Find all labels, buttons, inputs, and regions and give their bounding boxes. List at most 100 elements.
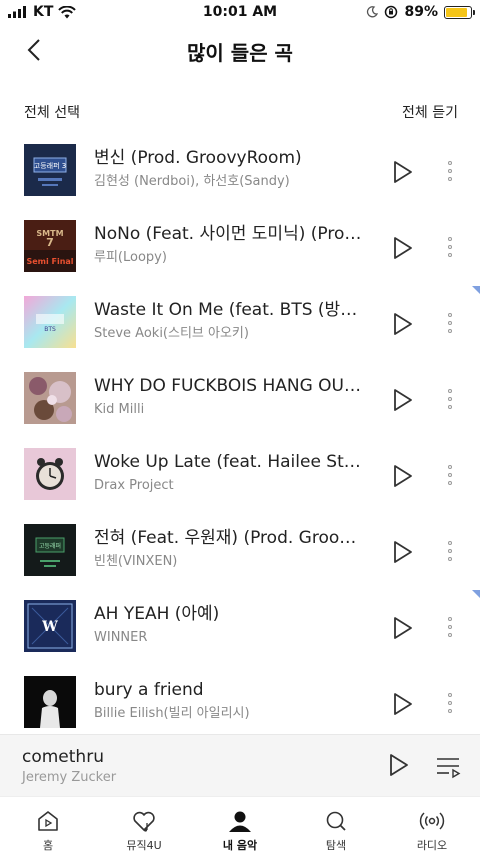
track-row[interactable]: bury a friend Billie Eilish(빌리 아일리시) bbox=[0, 666, 480, 734]
tab-label: 홈 bbox=[42, 839, 54, 852]
track-row[interactable]: Woke Up Late (feat. Hailee Stein… Drax P… bbox=[0, 438, 480, 514]
track-info: WHY DO FUCKBOIS HANG OU… Kid Milli bbox=[94, 374, 366, 419]
track-row[interactable]: 고등래퍼 전혀 (Feat. 우원재) (Prod. Groov… 빈첸(VIN… bbox=[0, 514, 480, 590]
track-info: AH YEAH (아예) WINNER bbox=[94, 602, 366, 647]
track-row[interactable]: WHY DO FUCKBOIS HANG OU… Kid Milli bbox=[0, 362, 480, 438]
now-playing-artist: Jeremy Zucker bbox=[22, 770, 117, 785]
more-options-button[interactable] bbox=[440, 232, 460, 262]
moon-icon bbox=[367, 6, 379, 18]
tab-label: 라디오 bbox=[416, 839, 448, 852]
album-art-label: Semi Final bbox=[26, 257, 73, 266]
track-info: 전혀 (Feat. 우원재) (Prod. Groov… 빈첸(VINXEN) bbox=[94, 526, 366, 571]
track-info: Woke Up Late (feat. Hailee Stein… Drax P… bbox=[94, 450, 366, 495]
new-badge bbox=[472, 590, 480, 598]
tab-radio[interactable]: 라디오 bbox=[384, 797, 480, 853]
track-row[interactable]: BTS Waste It On Me (feat. BTS (방탄… Steve… bbox=[0, 286, 480, 362]
track-artist: Kid Milli bbox=[94, 402, 145, 417]
play-button[interactable] bbox=[388, 538, 416, 566]
play-button[interactable] bbox=[388, 462, 416, 490]
play-icon bbox=[394, 465, 412, 487]
select-all-button[interactable]: 전체 선택 bbox=[24, 102, 80, 122]
track-artist: 김현성 (Nerdboi), 하선호(Sandy) bbox=[94, 174, 290, 189]
person-icon bbox=[229, 811, 251, 832]
play-icon bbox=[394, 313, 412, 335]
battery-percent: 89% bbox=[404, 4, 438, 20]
radio-icon bbox=[419, 812, 445, 830]
play-button[interactable] bbox=[388, 614, 416, 642]
play-icon bbox=[390, 754, 408, 776]
track-artist: Drax Project bbox=[94, 478, 174, 493]
track-row[interactable]: W AH YEAH (아예) WINNER bbox=[0, 590, 480, 666]
album-art-label: 고등래퍼 3 bbox=[34, 161, 66, 170]
track-title: WHY DO FUCKBOIS HANG OU… bbox=[94, 376, 361, 396]
play-icon bbox=[394, 617, 412, 639]
album-art bbox=[24, 372, 76, 424]
chevron-left-icon bbox=[27, 39, 40, 61]
track-title: NoNo (Feat. 사이먼 도미닉) (Prod… bbox=[94, 224, 366, 244]
track-artist: WINNER bbox=[94, 630, 148, 645]
tab-home[interactable]: 홈 bbox=[0, 797, 96, 853]
more-options-button[interactable] bbox=[440, 612, 460, 642]
track-info: bury a friend Billie Eilish(빌리 아일리시) bbox=[94, 678, 366, 723]
track-title: 변신 (Prod. GroovyRoom) bbox=[94, 148, 302, 168]
album-art bbox=[24, 676, 76, 728]
track-row[interactable]: SMTM 7 Semi Final NoNo (Feat. 사이먼 도미닉) (… bbox=[0, 210, 480, 286]
track-info: NoNo (Feat. 사이먼 도미닉) (Prod… 루피(Loopy) bbox=[94, 222, 366, 267]
album-art: 고등래퍼 bbox=[24, 524, 76, 576]
play-icon bbox=[394, 237, 412, 259]
mini-play-button[interactable] bbox=[384, 751, 412, 779]
play-button[interactable] bbox=[388, 386, 416, 414]
search-icon bbox=[326, 811, 346, 831]
tab-label: 내 음악 bbox=[222, 839, 258, 852]
track-list: 고등래퍼 3 변신 (Prod. GroovyRoom) 김현성 (Nerdbo… bbox=[0, 134, 480, 734]
track-title: AH YEAH (아예) bbox=[94, 604, 220, 624]
tab-label: 뮤직4U bbox=[126, 839, 162, 852]
more-options-button[interactable] bbox=[440, 688, 460, 718]
svg-text:BTS: BTS bbox=[44, 326, 56, 333]
play-button[interactable] bbox=[388, 158, 416, 186]
album-art bbox=[24, 448, 76, 500]
track-artist: 루피(Loopy) bbox=[94, 250, 167, 265]
new-badge bbox=[472, 286, 480, 294]
more-options-button[interactable] bbox=[440, 384, 460, 414]
track-info: 변신 (Prod. GroovyRoom) 김현성 (Nerdboi), 하선호… bbox=[94, 146, 366, 191]
header: 많이 들은 곡 bbox=[0, 26, 480, 74]
tab-label: 탐색 bbox=[325, 839, 347, 852]
play-button[interactable] bbox=[388, 310, 416, 338]
mini-player[interactable]: comethru Jeremy Zucker bbox=[0, 734, 480, 796]
track-title: 전혀 (Feat. 우원재) (Prod. Groov… bbox=[94, 528, 366, 548]
list-controls: 전체 선택 전체 듣기 bbox=[0, 100, 480, 124]
album-art-label: 고등래퍼 bbox=[39, 542, 61, 550]
status-right: 89% bbox=[366, 4, 475, 20]
tab-bar: 홈 뮤직4U 내 음악 탐색 라디오 bbox=[0, 796, 480, 853]
play-button[interactable] bbox=[388, 234, 416, 262]
orientation-lock-icon bbox=[385, 5, 398, 19]
page-title: 많이 들은 곡 bbox=[187, 41, 293, 65]
tab-my-music[interactable]: 내 음악 bbox=[192, 797, 288, 853]
play-icon bbox=[394, 541, 412, 563]
play-icon bbox=[394, 161, 412, 183]
track-row[interactable]: 고등래퍼 3 변신 (Prod. GroovyRoom) 김현성 (Nerdbo… bbox=[0, 134, 480, 210]
track-title: Waste It On Me (feat. BTS (방탄… bbox=[94, 300, 366, 320]
back-button[interactable] bbox=[18, 34, 50, 66]
more-options-button[interactable] bbox=[440, 308, 460, 338]
play-icon bbox=[394, 389, 412, 411]
album-art: W bbox=[24, 600, 76, 652]
album-art: 고등래퍼 3 bbox=[24, 144, 76, 196]
play-button[interactable] bbox=[388, 690, 416, 718]
home-icon bbox=[38, 811, 58, 831]
more-options-button[interactable] bbox=[440, 460, 460, 490]
track-info: Waste It On Me (feat. BTS (방탄… Steve Aok… bbox=[94, 298, 366, 343]
playlist-button[interactable] bbox=[434, 753, 462, 781]
more-options-button[interactable] bbox=[440, 156, 460, 186]
status-bar: KT 10:01 AM 89% bbox=[0, 0, 480, 26]
tab-music4u[interactable]: 뮤직4U bbox=[96, 797, 192, 853]
battery-fill bbox=[446, 7, 468, 17]
battery-icon bbox=[444, 5, 475, 19]
track-artist: Billie Eilish(빌리 아일리시) bbox=[94, 706, 250, 721]
tab-explore[interactable]: 탐색 bbox=[288, 797, 384, 853]
heart-music-icon bbox=[133, 811, 155, 832]
track-artist: 빈첸(VINXEN) bbox=[94, 554, 178, 569]
more-options-button[interactable] bbox=[440, 536, 460, 566]
play-all-button[interactable]: 전체 듣기 bbox=[402, 102, 458, 122]
